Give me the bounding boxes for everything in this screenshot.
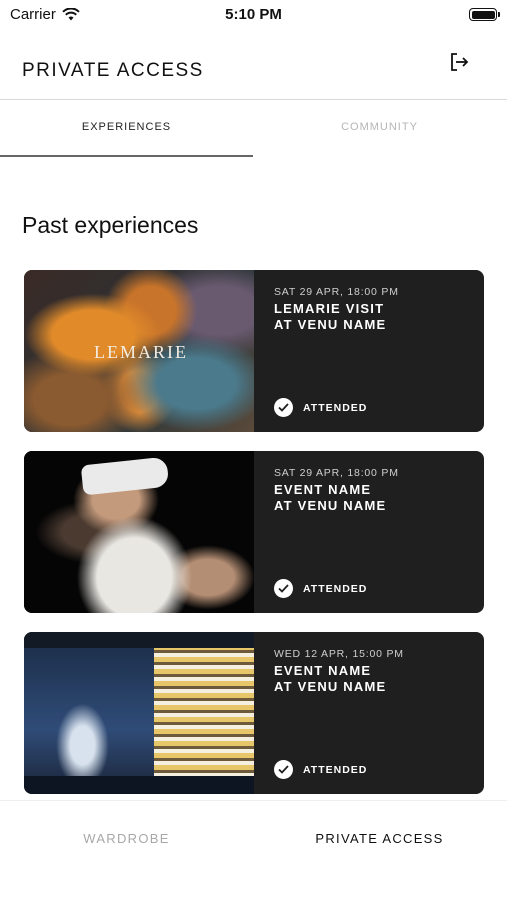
experience-name-line1: EVENT NAME	[274, 482, 372, 497]
nav-wardrobe[interactable]: WARDROBE	[0, 831, 253, 846]
experience-date: WED 12 APR, 15:00 PM	[274, 648, 404, 660]
room-floor	[24, 776, 254, 794]
check-icon	[274, 398, 293, 417]
experience-image: LEMARIE	[24, 270, 254, 432]
status-label: ATTENDED	[303, 401, 368, 414]
vr-headset-illustration	[80, 456, 170, 496]
bottom-nav: WARDROBE PRIVATE ACCESS	[0, 800, 507, 900]
section-title: Past experiences	[22, 212, 199, 238]
experience-name: LEMARIE VISIT AT VENU NAME	[274, 301, 386, 333]
experience-name-line1: LEMARIE VISIT	[274, 301, 385, 316]
experience-date: SAT 29 APR, 18:00 PM	[274, 467, 399, 479]
experience-name: EVENT NAME AT VENU NAME	[274, 663, 386, 695]
page-title: PRIVATE ACCESS	[22, 60, 204, 81]
experience-name-line2: AT VENU NAME	[274, 317, 387, 332]
experience-name-line1: EVENT NAME	[274, 663, 372, 678]
logout-button[interactable]	[447, 50, 471, 74]
tab-community[interactable]: COMMUNITY	[253, 100, 506, 157]
experience-card[interactable]: LEMARIE SAT 29 APR, 18:00 PM LEMARIE VIS…	[24, 270, 484, 432]
status-bar: Carrier 5:10 PM	[0, 0, 507, 30]
attendance-status: ATTENDED	[274, 760, 367, 779]
app-header: PRIVATE ACCESS	[0, 30, 507, 100]
nav-private-access[interactable]: PRIVATE ACCESS	[253, 831, 506, 846]
status-label: ATTENDED	[303, 582, 368, 595]
experience-image	[24, 451, 254, 613]
attendance-status: ATTENDED	[274, 398, 367, 417]
experience-info: SAT 29 APR, 18:00 PM EVENT NAME AT VENU …	[254, 451, 484, 613]
attendance-status: ATTENDED	[274, 579, 367, 598]
experience-card[interactable]: WED 12 APR, 15:00 PM EVENT NAME AT VENU …	[24, 632, 484, 794]
experience-date: SAT 29 APR, 18:00 PM	[274, 286, 399, 298]
tab-indicator	[0, 155, 253, 157]
experience-image	[24, 632, 254, 794]
tab-experiences[interactable]: EXPERIENCES	[0, 100, 253, 157]
room-ceiling	[24, 632, 254, 648]
experience-name: EVENT NAME AT VENU NAME	[274, 482, 386, 514]
experience-info: WED 12 APR, 15:00 PM EVENT NAME AT VENU …	[254, 632, 484, 794]
room-wall	[24, 632, 154, 794]
logout-icon	[451, 53, 469, 71]
check-icon	[274, 760, 293, 779]
experience-card[interactable]: SAT 29 APR, 18:00 PM EVENT NAME AT VENU …	[24, 451, 484, 613]
tab-bar: EXPERIENCES COMMUNITY	[0, 100, 507, 157]
experience-name-line2: AT VENU NAME	[274, 679, 387, 694]
image-logo-text: LEMARIE	[94, 342, 188, 362]
check-icon	[274, 579, 293, 598]
status-label: ATTENDED	[303, 763, 368, 776]
experience-name-line2: AT VENU NAME	[274, 498, 387, 513]
experience-info: SAT 29 APR, 18:00 PM LEMARIE VISIT AT VE…	[254, 270, 484, 432]
status-time: 5:10 PM	[225, 6, 282, 23]
battery-icon	[469, 8, 500, 21]
